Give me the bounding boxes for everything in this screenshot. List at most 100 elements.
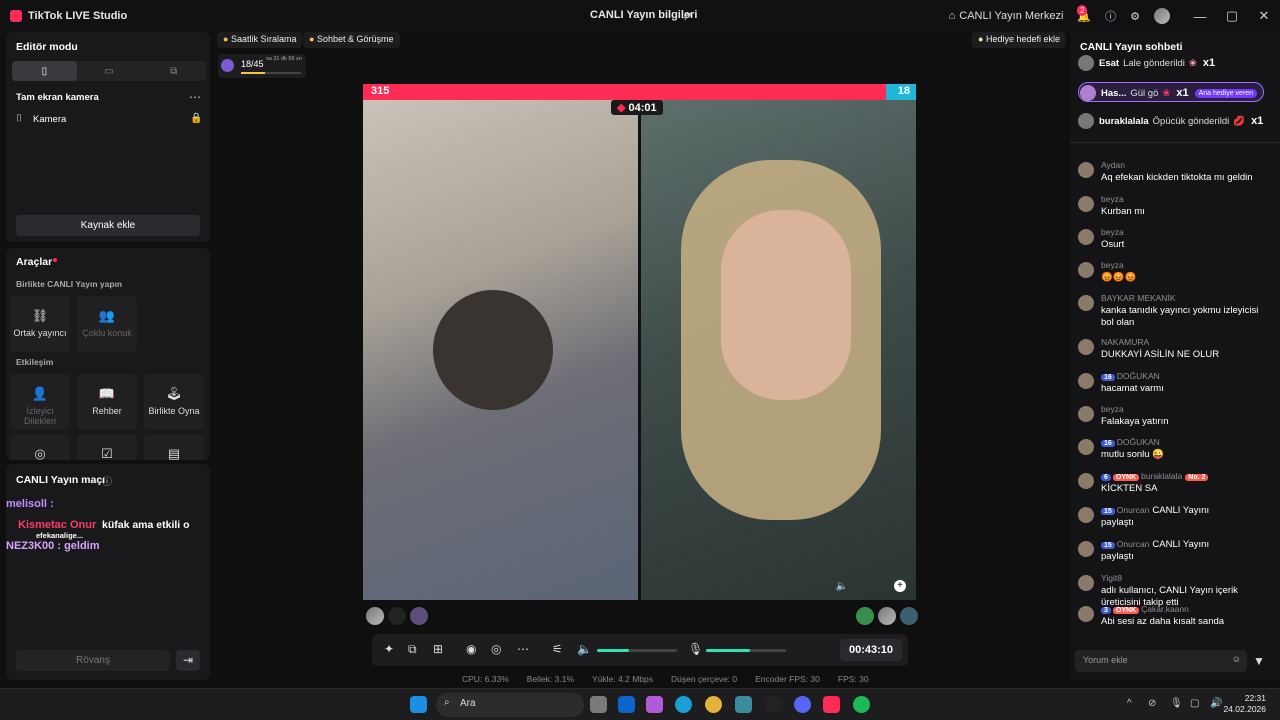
system-clock[interactable]: 22:31 24.02.2026 [1223,693,1266,715]
chat-username[interactable]: beyza [1101,194,1124,204]
landscape-icon[interactable]: ▭ [77,61,142,81]
chat-username[interactable]: Yigit8 [1101,573,1122,583]
tool-extra-3[interactable]: ▤ [144,434,204,460]
avatar[interactable] [1078,339,1094,355]
filter-icon[interactable]: ▼ [1253,654,1265,668]
participant-avatar[interactable] [900,607,918,625]
mic-volume-slider[interactable] [706,649,786,652]
gear-icon[interactable]: ⚙ [1130,10,1140,23]
chat-username[interactable]: Aydan [1101,160,1125,170]
add-source-button[interactable]: Kaynak ekle [16,215,200,236]
speaker-icon[interactable]: 🔈 [577,642,592,656]
more-icon[interactable]: ⋯ [189,90,201,104]
network-icon[interactable]: ⊘ [1148,698,1156,709]
chat-username[interactable]: beyza [1101,260,1124,270]
editor-mode-dropdown[interactable]: Editör modu [16,41,78,53]
chat-username[interactable]: 16 DOĞUKAN [1101,371,1160,381]
capture-icon[interactable]: ◎ [491,642,501,656]
chat-username[interactable]: 3 OYNK Çakar.kaann [1101,604,1189,614]
comment-input[interactable]: Yorum ekle ☺ [1075,650,1247,672]
chat-username[interactable]: 15 Onurcan CANLI Yayını [1101,539,1209,550]
avatar[interactable] [1078,406,1094,422]
chat-meet-chip[interactable]: ● Sohbet & Görüşme [303,32,400,48]
multi-guest-button[interactable]: 👥 Çoklu konuk [77,296,137,352]
spotify-icon[interactable] [853,696,870,713]
hourly-ranking-chip[interactable]: ● Saatlik Sıralama [217,32,303,48]
volume-icon[interactable]: 🔈 [836,581,848,592]
lock-icon[interactable]: 🔒 [190,113,202,124]
live-center-button[interactable]: ⌂ CANLI Yayın Merkezi [949,10,1064,22]
avatar[interactable] [1078,541,1094,557]
help-icon[interactable]: ⓘ [1105,8,1116,24]
stream-preview[interactable]: 315 18 ◆ 04:01 🔈 + [363,84,916,600]
play-together-button[interactable]: 🕹 Birlikte Oyna [144,374,204,430]
settings-sliders-icon[interactable]: ⚟ [552,642,563,656]
tool-extra-1[interactable]: ◎ [10,434,70,460]
maximize-button[interactable]: ▢ [1216,8,1248,24]
speaker-volume-slider[interactable] [597,649,677,652]
avatar[interactable] [1078,229,1094,245]
exit-icon[interactable]: ⇥ [176,650,200,671]
progress-widget[interactable]: 18/45 sa 31 dk 59 sn [218,54,306,78]
avatar[interactable] [1078,507,1094,523]
participant-avatar[interactable] [410,607,428,625]
chat-username[interactable]: BAYKAR MEKANİK [1101,293,1175,303]
microphone-icon[interactable]: 🎙 [1170,698,1183,709]
more-icon[interactable]: ⋯ [517,642,529,656]
chat-username[interactable]: 16 DOĞUKAN [1101,437,1160,447]
screen-icon[interactable]: ⊞ [433,642,443,656]
rematch-button[interactable]: Rövanş [16,650,170,671]
avatar[interactable] [1078,262,1094,278]
avatar[interactable] [1078,439,1094,455]
windows-start-icon[interactable] [410,696,427,713]
participant-avatar[interactable] [878,607,896,625]
record-icon[interactable]: ◉ [466,642,476,656]
display-icon[interactable]: ▢ [1190,698,1199,709]
camera-source[interactable]: Kamera [33,114,66,125]
discord-icon[interactable] [794,696,811,713]
viewer-wishes-button[interactable]: 👤 İzleyici Dilekleri [10,374,70,430]
avatar[interactable] [1078,196,1094,212]
app-icon[interactable] [735,696,752,713]
participant-avatar[interactable] [366,607,384,625]
edge-icon[interactable] [675,696,692,713]
help-icon[interactable]: ⓘ [102,473,112,488]
minimize-button[interactable]: — [1184,9,1216,24]
taskbar-search[interactable]: ⌕ Ara [436,693,584,717]
add-icon[interactable]: + [894,580,906,592]
layout-icon[interactable]: ⧉ [141,61,206,81]
guide-button[interactable]: 📖 Rehber [77,374,137,430]
chat-username[interactable]: beyza [1101,404,1124,414]
avatar[interactable] [1154,8,1170,24]
share-icon[interactable]: ⇗ [682,9,692,23]
magic-icon[interactable]: ✦ [384,642,394,656]
avatar[interactable] [1078,162,1094,178]
avatar[interactable] [1078,473,1094,489]
avatar[interactable] [1078,575,1094,591]
tray-chevron-icon[interactable]: ^ [1127,698,1132,709]
chat-username[interactable]: beyza [1101,227,1124,237]
participant-avatar[interactable] [388,607,406,625]
task-view-icon[interactable] [590,696,607,713]
chat-username[interactable]: 6 OYNK buraklalala No. 2 [1101,471,1210,481]
tiktok-live-studio-icon[interactable] [823,696,840,713]
chrome-icon[interactable] [705,696,722,713]
portrait-icon[interactable]: ▯ [12,61,77,81]
close-button[interactable]: ✕ [1248,8,1280,24]
avatar[interactable] [1078,373,1094,389]
avatar[interactable] [1078,295,1094,311]
avatar[interactable] [1078,606,1094,622]
tool-extra-2[interactable]: ☑ [77,434,137,460]
emoji-icon[interactable]: ☺ [1232,654,1241,664]
gift-goal-chip[interactable]: ● Hediye hedefi ekle [972,32,1067,48]
obs-icon[interactable] [765,696,782,713]
chat-username[interactable]: NAKAMURA [1101,337,1149,347]
co-host-button[interactable]: ⛓ Ortak yayıncı [10,296,70,352]
fullscreen-camera-dropdown[interactable]: Tam ekran kamera [16,92,99,103]
copilot-icon[interactable] [646,696,663,713]
participant-avatar[interactable] [856,607,874,625]
volume-icon[interactable]: 🔊 [1210,698,1222,709]
microphone-icon[interactable]: 🎙 [688,642,703,656]
outlook-icon[interactable] [618,696,635,713]
effects-icon[interactable]: ⧉ [408,642,417,657]
